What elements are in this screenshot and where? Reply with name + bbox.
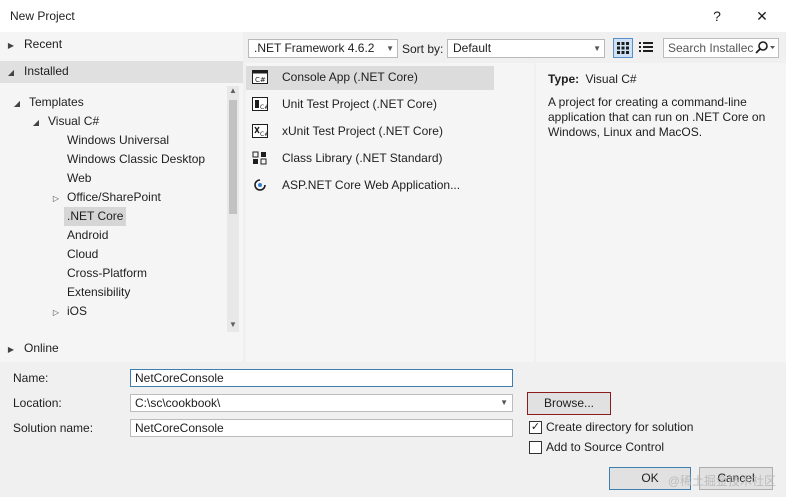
grid-view-button[interactable] — [613, 38, 633, 58]
window-title: New Project — [10, 9, 75, 23]
svg-text:C#: C# — [255, 76, 266, 84]
type-row: Type: Visual C# — [548, 72, 637, 86]
expand-icon[interactable]: ▷ — [51, 303, 61, 322]
collapse-icon[interactable]: ◢ — [12, 94, 22, 113]
tree-item-office-sharepoint[interactable]: ▷ Office/SharePoint — [51, 188, 161, 207]
tree-item-net-core[interactable]: .NET Core — [64, 207, 127, 226]
location-input[interactable]: C:\sc\cookbook\ ▼ — [130, 394, 513, 412]
tree-item-visual-csharp[interactable]: ◢ Visual C# — [31, 112, 99, 131]
close-button[interactable]: ✕ — [748, 3, 776, 29]
template-item-console-app[interactable]: C# Console App (.NET Core) — [252, 66, 418, 88]
search-button[interactable] — [753, 39, 777, 57]
expand-icon[interactable]: ▷ — [51, 189, 61, 208]
solution-name-input[interactable]: NetCoreConsole — [130, 419, 513, 437]
tree-item-templates[interactable]: ◢ Templates — [12, 93, 84, 112]
create-directory-label: Create directory for solution — [546, 420, 694, 434]
template-item-xunit-test[interactable]: C# xUnit Test Project (.NET Core) — [252, 120, 443, 142]
chevron-down-icon: ▼ — [593, 44, 601, 53]
solution-name-label: Solution name: — [13, 421, 94, 435]
location-label: Location: — [13, 396, 62, 410]
console-app-icon: C# — [252, 69, 268, 84]
tree-item-android[interactable]: Android — [67, 226, 108, 245]
svg-text:C#: C# — [260, 131, 268, 138]
aspnet-core-icon — [254, 179, 266, 191]
collapse-icon[interactable]: ◢ — [6, 63, 16, 82]
collapse-icon[interactable]: ◢ — [31, 113, 41, 132]
xunit-test-icon: C# — [252, 123, 268, 138]
create-directory-checkbox[interactable]: ✓ — [529, 421, 542, 434]
chevron-down-icon: ▼ — [386, 44, 394, 53]
tree-item-recent[interactable]: ▶ Recent — [6, 35, 62, 54]
list-view-icon — [639, 42, 653, 52]
watermark: @稀土掘金技术社区 — [667, 474, 776, 488]
browse-button[interactable]: Browse... — [527, 392, 611, 415]
tree-item-cloud[interactable]: Cloud — [67, 245, 98, 264]
sort-select[interactable]: Default ▼ — [447, 39, 605, 58]
tree-item-extensibility[interactable]: Extensibility — [67, 283, 130, 302]
type-label: Type: — [548, 72, 580, 86]
title-bar — [0, 0, 786, 32]
source-control-checkbox[interactable] — [529, 441, 542, 454]
sort-by-label: Sort by: — [402, 42, 444, 56]
tree-item-windows-classic-desktop[interactable]: Windows Classic Desktop — [67, 150, 205, 169]
expand-icon[interactable]: ▶ — [6, 36, 16, 55]
template-item-aspnet-core[interactable]: ASP.NET Core Web Application... — [252, 174, 460, 196]
tree-item-cross-platform[interactable]: Cross-Platform — [67, 264, 147, 283]
source-control-label: Add to Source Control — [546, 440, 665, 454]
unit-test-icon: C# — [252, 96, 268, 111]
tree-item-online[interactable]: ▶ Online — [6, 339, 59, 358]
search-icon — [755, 41, 775, 54]
name-label: Name: — [13, 371, 49, 385]
tree-item-ios[interactable]: ▷ iOS — [51, 302, 87, 321]
scroll-down-icon[interactable]: ▼ — [227, 320, 239, 329]
svg-text:C#: C# — [260, 104, 268, 111]
framework-select[interactable]: .NET Framework 4.6.2 ▼ — [248, 39, 398, 58]
help-button[interactable]: ? — [703, 3, 731, 29]
scroll-up-icon[interactable]: ▲ — [227, 86, 239, 95]
template-item-class-library[interactable]: Class Library (.NET Standard) — [252, 147, 443, 169]
template-item-unit-test[interactable]: C# Unit Test Project (.NET Core) — [252, 93, 437, 115]
name-input[interactable]: NetCoreConsole — [130, 369, 513, 387]
tree-scrollbar-thumb[interactable] — [229, 100, 237, 214]
tree-item-installed[interactable]: ◢ Installed — [6, 62, 69, 81]
chevron-down-icon[interactable]: ▼ — [500, 395, 508, 411]
tree-item-windows-universal[interactable]: Windows Universal — [67, 131, 169, 150]
grid-view-icon — [617, 42, 629, 54]
expand-icon[interactable]: ▶ — [6, 340, 16, 359]
type-value: Visual C# — [585, 72, 637, 86]
template-description: A project for creating a command-line ap… — [548, 95, 766, 139]
list-view-button[interactable] — [637, 38, 657, 58]
class-library-icon — [252, 151, 267, 165]
tree-item-web[interactable]: Web — [67, 169, 91, 188]
